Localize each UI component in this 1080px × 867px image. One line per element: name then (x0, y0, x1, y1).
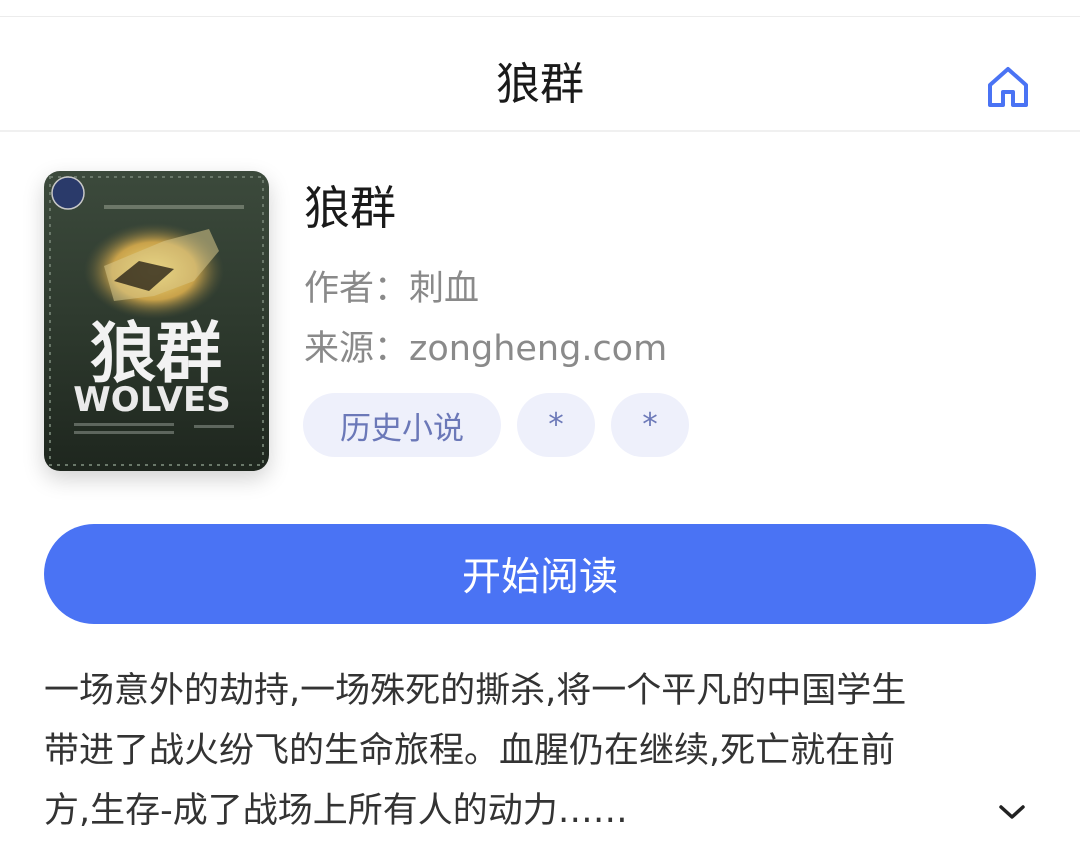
description-line: 一场意外的劫持,一场殊死的撕杀,将一个平凡的中国学生 (44, 671, 907, 711)
description-line: 方,生存-成了战场上所有人的动力…… (44, 791, 628, 831)
cover-subtitle-text: WOLVES (73, 380, 230, 420)
book-title: 狼群 (304, 181, 396, 235)
expand-description-button[interactable] (992, 794, 1032, 830)
tag-list: 历史小说 * * (303, 393, 689, 457)
author-name[interactable]: 刺血 (409, 269, 479, 309)
page-title: 狼群 (496, 59, 584, 110)
book-cover-image: 狼群 WOLVES (44, 171, 269, 471)
book-description: 一场意外的劫持,一场殊死的撕杀,将一个平凡的中国学生 带进了战火纷飞的生命旅程。… (44, 661, 1034, 841)
start-reading-button[interactable]: 开始阅读 (44, 524, 1036, 624)
author-label: 作者： (304, 269, 410, 309)
source-label: 来源： (304, 329, 410, 369)
nav-divider (0, 130, 1080, 132)
description-line: 带进了战火纷飞的生命旅程。血腥仍在继续,死亡就在前 (44, 731, 896, 771)
tag-chip[interactable]: * (611, 393, 689, 457)
home-icon (988, 67, 1028, 107)
author-row: 作者：刺血 (304, 266, 479, 312)
nav-bar: 狼群 (0, 17, 1080, 131)
tag-chip[interactable]: * (517, 393, 595, 457)
home-button[interactable] (982, 61, 1034, 113)
tag-chip[interactable]: 历史小说 (303, 393, 501, 457)
chevron-down-icon (999, 805, 1025, 819)
source-value: zongheng.com (409, 329, 668, 369)
book-cover[interactable]: 狼群 WOLVES (44, 171, 269, 471)
source-row: 来源：zongheng.com (304, 326, 667, 372)
